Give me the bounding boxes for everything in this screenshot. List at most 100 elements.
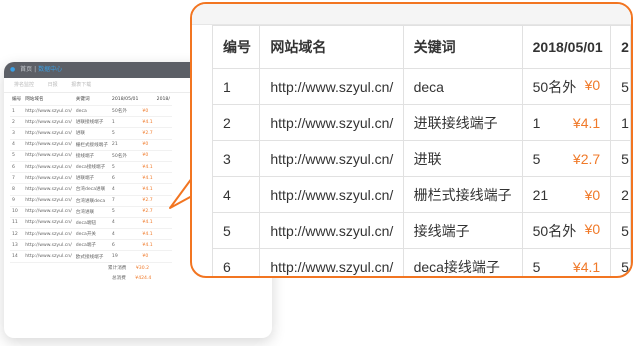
mini-table-cell — [154, 250, 172, 263]
mini-table-row: 13 http://www.szyul.cn/deca端子 6 ¥4.1 — [10, 239, 172, 252]
header-date: 2018/05/01 — [521, 25, 612, 69]
mini-table-cell: 进联端子 — [73, 172, 110, 185]
table-header: 编号 网站域名 关键词 2018/05/01 2 — [211, 25, 631, 69]
mini-table-row: 14 http://www.szyul.cn/欧式接线端子 19 ¥0 — [10, 250, 172, 263]
mini-table-cell: ¥0 — [140, 150, 155, 162]
table-row: 3 http://www.szyul.cn/进联 ¥2.7 5 5 — [211, 140, 631, 177]
mini-table-cell: ¥4.1 — [140, 116, 155, 129]
mini-ranking-table: 编号 网站域名 关键词 2018/05/01 2018/ 1 http://www… — [10, 93, 172, 263]
mini-table-cell: http://www.szyul.cn/ — [23, 161, 74, 174]
mini-table-cell: ¥4.1 — [140, 228, 155, 241]
mini-table-cell: 5 — [109, 161, 141, 174]
cell-cost: ¥0 — [584, 76, 601, 93]
mini-table-cell: deca — [73, 105, 110, 118]
mini-table-cell: 5 — [109, 206, 141, 218]
mini-breadcrumb-separator: | — [34, 66, 37, 73]
cell-keyword: 栅栏式接线端子 — [402, 176, 523, 213]
mini-table-cell: 12 — [10, 228, 24, 241]
mini-table-cell — [154, 228, 172, 241]
mini-table-row: 5 http://www.szyul.cn/接线端子 50名外 ¥0 — [10, 150, 172, 162]
cell-next: 2 — [610, 176, 631, 213]
mini-table-cell: 进联 — [73, 127, 110, 140]
header-next-date: 2 — [610, 25, 631, 69]
mini-table-cell: 台湾deca进联 — [73, 183, 110, 196]
mini-table-row: 11 http://www.szyul.cn/deca端钮 4 ¥4.1 — [10, 217, 172, 230]
mini-table-cell: 21 — [109, 139, 141, 151]
cell-rank: 5 — [532, 258, 541, 275]
cell-id: 4 — [211, 176, 261, 213]
mini-table-row: 7 http://www.szyul.cn/进联端子 6 ¥4.1 — [10, 172, 172, 185]
mini-table-cell: 6 — [109, 239, 141, 252]
mini-table-cell: 4 — [10, 139, 24, 151]
mini-table-cell: deca端子 — [73, 239, 110, 252]
mini-table-cell: ¥0 — [140, 139, 155, 151]
mini-table-cell: 19 — [109, 250, 141, 263]
mini-table-cell: 栅栏式接线端子 — [73, 139, 110, 151]
cell-date: ¥0 50名外 — [521, 68, 612, 105]
mini-table-cell — [154, 150, 172, 162]
cell-rank: 21 — [532, 186, 549, 203]
cell-cost: ¥0 — [584, 186, 601, 203]
cell-cost: ¥4.1 — [572, 114, 601, 131]
mini-table-cell: 1 — [10, 105, 24, 118]
mini-table-cell: 3 — [10, 127, 24, 140]
mini-table-cell: 1 — [109, 116, 141, 129]
cell-rank: 5 — [532, 150, 541, 167]
cell-rank: 50名外 — [532, 78, 577, 95]
mini-table-cell: 台湾进联 — [73, 206, 110, 218]
mini-table-row: 12 http://www.szyul.cn/deca开关 4 ¥4.1 — [10, 228, 172, 241]
cell-keyword: 进联接线端子 — [402, 104, 523, 141]
mini-table-cell: 50名外 — [109, 105, 141, 118]
mini-table-cell: ¥4.1 — [140, 183, 155, 196]
mini-header-cell: 2018/ — [154, 93, 172, 106]
mini-table-cell: http://www.szyul.cn/ — [23, 228, 74, 241]
mini-footer-value: ¥424.4 — [135, 275, 152, 281]
mini-table-cell: 接线端子 — [73, 150, 110, 162]
location-pin-icon: ● — [10, 66, 16, 73]
cell-next: 5 — [610, 248, 631, 276]
mini-breadcrumb-active[interactable]: 数据中心 — [38, 66, 62, 73]
mini-table-row: 2 http://www.szyul.cn/进联接线端子 1 ¥4.1 — [10, 116, 172, 129]
cell-keyword: 进联 — [402, 140, 523, 177]
mini-breadcrumb-home[interactable]: 首页 — [20, 66, 32, 73]
cell-keyword: deca接线端子 — [402, 248, 523, 276]
mini-table-cell: 2 — [10, 116, 24, 129]
mini-table-cell: 7 — [10, 172, 24, 185]
header-domain: 网站域名 — [259, 25, 404, 69]
mini-table-cell: http://www.szyul.cn/ — [23, 139, 74, 151]
mini-header-cell: 编号 — [10, 93, 24, 106]
cell-next: 1 — [610, 104, 631, 141]
mini-table-cell: 5 — [10, 150, 24, 162]
mini-table-cell: 9 — [10, 195, 24, 207]
mini-table-cell — [154, 217, 172, 230]
mini-table-cell: 4 — [109, 217, 141, 230]
cell-next: 5 — [610, 140, 631, 177]
zoom-callout: 编号 网站域名 关键词 2018/05/01 2 1 http://www.szy… — [190, 2, 633, 278]
header-keyword: 关键词 — [402, 25, 523, 69]
cell-cost: ¥2.7 — [572, 150, 601, 167]
cell-next: 5 — [610, 68, 631, 105]
mini-tab[interactable]: 排名监控 — [14, 82, 34, 88]
table-row: 2 http://www.szyul.cn/进联接线端子 ¥4.1 1 1 — [211, 104, 631, 141]
ranking-table: 编号 网站域名 关键词 2018/05/01 2 1 http://www.szy… — [211, 25, 631, 276]
mini-table-cell: ¥2.7 — [140, 206, 155, 218]
mini-table-cell: http://www.szyul.cn/ — [23, 239, 74, 252]
mini-table-cell: http://www.szyul.cn/ — [23, 127, 74, 140]
mini-footer-label: 总消费 — [112, 275, 126, 281]
callout-top-bar — [192, 4, 631, 25]
mini-header-cell: 关键词 — [73, 93, 110, 106]
mini-table-row: 9 http://www.szyul.cn/台湾进联deca 7 ¥2.7 — [10, 195, 172, 207]
mini-table-cell: http://www.szyul.cn/ — [23, 116, 74, 129]
mini-tab[interactable]: 报表下载 — [71, 82, 91, 88]
mini-table-cell: ¥0 — [140, 250, 155, 263]
mini-footer-value: ¥30.2 — [135, 265, 150, 271]
mini-header-cell: 网站域名 — [23, 93, 74, 106]
mini-table-cell: http://www.szyul.cn/ — [23, 206, 74, 218]
cell-id: 6 — [211, 248, 261, 276]
mini-table-cell: 进联接线端子 — [73, 116, 110, 129]
mini-table-cell: http://www.szyul.cn/ — [23, 195, 74, 207]
mini-table-row: 8 http://www.szyul.cn/台湾deca进联 4 ¥4.1 — [10, 183, 172, 196]
mini-tab[interactable]: 日报 — [48, 82, 58, 88]
mini-table-cell: http://www.szyul.cn/ — [23, 172, 74, 185]
mini-table-row: 6 http://www.szyul.cn/deca接线端子 5 ¥4.1 — [10, 161, 172, 174]
